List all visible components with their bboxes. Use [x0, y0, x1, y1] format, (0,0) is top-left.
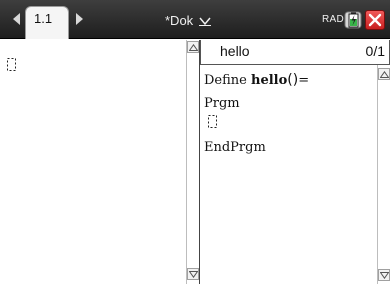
code-line-endprgm: EndPrgm	[204, 140, 266, 155]
tab-1-1[interactable]: 1.1	[25, 6, 69, 39]
program-editor-header: hello 0/1	[200, 40, 390, 65]
calculator-scroll-up-button[interactable]	[187, 41, 199, 53]
code-line-define: Define hello()=	[204, 72, 309, 88]
tab-left-arrow-icon[interactable]	[13, 13, 20, 25]
program-code-area[interactable]: Define hello()= Prgm EndPrgm	[200, 65, 377, 284]
editor-scroll-up-button[interactable]	[378, 68, 390, 80]
scroll-up-icon	[380, 71, 389, 78]
define-keyword: Define	[204, 73, 251, 88]
close-icon	[368, 13, 382, 27]
program-editor-pane: hello 0/1 Define hello()= Prgm EndPrgm	[200, 40, 390, 284]
empty-entry-box-icon[interactable]	[7, 58, 16, 71]
document-title[interactable]: *Dok	[165, 13, 193, 28]
document-menu-chevron-icon[interactable]	[199, 17, 211, 26]
program-name: hello	[220, 43, 250, 59]
calculator-scroll-down-button[interactable]	[187, 268, 199, 280]
close-button[interactable]	[365, 10, 385, 30]
editor-scrollbar[interactable]	[377, 65, 390, 284]
angle-mode-indicator: RAD	[322, 14, 345, 25]
scroll-up-icon	[189, 44, 198, 51]
scroll-down-icon	[380, 272, 389, 279]
scroll-down-icon	[189, 271, 198, 278]
editor-scroll-down-button[interactable]	[378, 269, 390, 281]
define-program-name: hello	[251, 73, 288, 88]
define-parens: ()	[287, 72, 299, 88]
top-bar: 1.1 *Dok RAD	[0, 0, 390, 39]
calculator-pane[interactable]	[0, 40, 200, 284]
tab-right-arrow-icon[interactable]	[76, 13, 83, 25]
calculator-scrollbar[interactable]	[186, 40, 199, 284]
code-cursor-box-icon[interactable]	[208, 115, 217, 128]
tab-label: 1.1	[34, 11, 53, 26]
define-equals: =	[298, 73, 310, 88]
battery-charging-icon	[344, 11, 362, 29]
code-line-prgm: Prgm	[204, 96, 240, 111]
line-counter: 0/1	[365, 43, 385, 59]
